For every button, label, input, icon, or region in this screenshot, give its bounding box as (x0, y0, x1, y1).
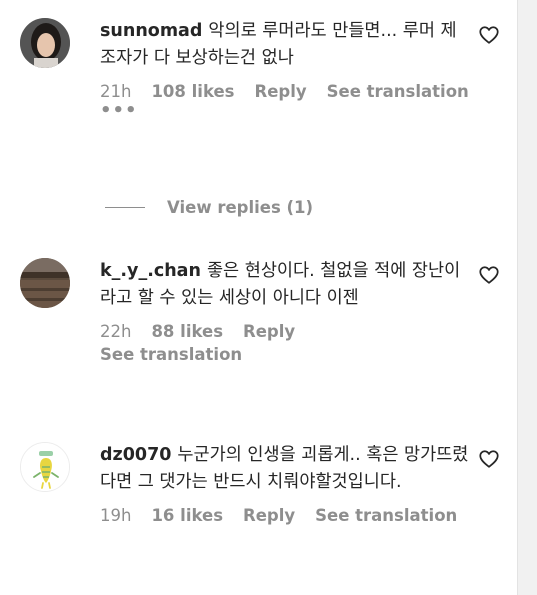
see-translation-button[interactable]: See translation (327, 82, 469, 101)
comment-time[interactable]: 19h (100, 506, 131, 525)
comment-item: k_.y_.chan 좋은 현상이다. 철없을 적에 장난이라고 할 수 있는 세… (20, 258, 500, 408)
more-icon[interactable]: ••• (100, 102, 470, 120)
see-translation-button[interactable]: See translation (315, 506, 457, 525)
comment-time[interactable]: 21h (100, 82, 131, 101)
reply-button[interactable]: Reply (243, 322, 295, 341)
see-translation-button[interactable]: See translation (100, 345, 470, 364)
comment-meta: 21h 108 likes Reply See translation (100, 82, 470, 101)
avatar-photo (20, 18, 70, 68)
reply-button[interactable]: Reply (243, 506, 295, 525)
comment-likes[interactable]: 16 likes (151, 506, 223, 525)
replies-divider-line (105, 207, 145, 208)
comment-time[interactable]: 22h (100, 322, 131, 341)
comment-body: sunnomad 악의로 루머라도 만들면... 루머 제조자가 다 보상하는건 … (100, 18, 470, 120)
comment-text: sunnomad 악의로 루머라도 만들면... 루머 제조자가 다 보상하는건 … (100, 18, 470, 72)
avatar[interactable] (20, 258, 70, 308)
comment-username[interactable]: dz0070 (100, 445, 171, 465)
reply-button[interactable]: Reply (255, 82, 307, 101)
comment-username[interactable]: sunnomad (100, 21, 202, 41)
comment-body: k_.y_.chan 좋은 현상이다. 철없을 적에 장난이라고 할 수 있는 세… (100, 258, 470, 364)
comment-meta: 22h 88 likes Reply (100, 322, 470, 341)
comment-username[interactable]: k_.y_.chan (100, 261, 201, 281)
comment-text: k_.y_.chan 좋은 현상이다. 철없을 적에 장난이라고 할 수 있는 세… (100, 258, 470, 312)
heart-icon[interactable] (478, 448, 500, 470)
scrollbar-track[interactable] (517, 0, 537, 595)
comment-text: dz0070 누군가의 인생을 괴롭게.. 혹은 망가뜨렸다면 그 댓가는 반드시… (100, 442, 470, 496)
comment-body: dz0070 누군가의 인생을 괴롭게.. 혹은 망가뜨렸다면 그 댓가는 반드시… (100, 442, 470, 525)
comment-item: dz0070 누군가의 인생을 괴롭게.. 혹은 망가뜨렸다면 그 댓가는 반드시… (20, 442, 500, 582)
heart-icon[interactable] (478, 24, 500, 46)
heart-icon[interactable] (478, 264, 500, 286)
avatar[interactable] (20, 442, 70, 492)
view-replies-label[interactable]: View replies (1) (167, 198, 313, 217)
view-replies-button[interactable]: View replies (1) (105, 198, 313, 217)
comment-meta: 19h 16 likes Reply See translation (100, 506, 470, 525)
comment-likes[interactable]: 88 likes (151, 322, 223, 341)
comment-likes[interactable]: 108 likes (151, 82, 234, 101)
avatar-illustration (21, 443, 69, 491)
comment-item: sunnomad 악의로 루머라도 만들면... 루머 제조자가 다 보상하는건 … (20, 18, 500, 168)
avatar-photo (20, 258, 70, 308)
avatar[interactable] (20, 18, 70, 68)
